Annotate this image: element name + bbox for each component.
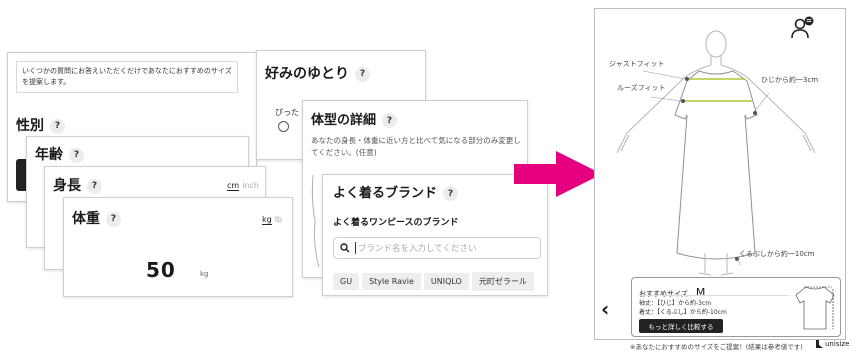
- brand-search-input[interactable]: ブランド名を入力してください: [333, 237, 541, 259]
- brand-chip[interactable]: UNIQLO: [423, 273, 469, 290]
- recommendation-panel: おすすめサイズ M 袖丈：【ひじ】から約-3cm 着丈：【くるぶし】から約-10…: [631, 277, 841, 337]
- result-footnote: ※あなたにおすすめのサイズをご提案！(結果は参考値です): [630, 343, 803, 351]
- recommend-divider: [639, 295, 789, 296]
- recommend-label: おすすめサイズ: [639, 290, 688, 298]
- brand-chip[interactable]: 元町ゼラール: [471, 272, 534, 291]
- help-icon[interactable]: ?: [382, 113, 398, 128]
- help-icon[interactable]: ?: [106, 211, 121, 227]
- fit-label: 好みのゆとり: [265, 66, 349, 82]
- brand-label: よく着るブランド: [333, 186, 438, 201]
- weight-value-unit: kg: [200, 270, 209, 278]
- fit-title: 好みのゆとり?: [265, 63, 370, 83]
- recommend-detail-length: 着丈：【くるぶし】から約-10cm: [639, 309, 727, 316]
- weight-label: 体重: [72, 211, 100, 227]
- weight-unit-toggle[interactable]: kg lb: [261, 215, 282, 225]
- unisize-logo: unisize: [816, 340, 849, 348]
- age-label: 年齢: [35, 147, 63, 163]
- fit-option-label: ぴった: [275, 108, 299, 117]
- brand-chip[interactable]: Style Ravie: [362, 273, 421, 290]
- recommend-detail-sleeve: 袖丈：【ひじ】から約-3cm: [639, 300, 712, 307]
- help-icon[interactable]: ?: [50, 118, 65, 134]
- gender-label: 性別: [16, 118, 44, 134]
- weight-title: 体重?: [72, 208, 121, 228]
- hem-callout: くるぶしから約一10cm: [739, 250, 815, 258]
- help-icon[interactable]: ?: [355, 66, 370, 82]
- sleeve-callout: ひじから約一3cm: [761, 76, 819, 84]
- age-title: 年齢?: [35, 144, 84, 164]
- loose-fit-callout: ルーズフィット: [617, 84, 666, 92]
- back-chevron-icon[interactable]: ‹: [601, 299, 609, 319]
- body-detail-description: あなたの身長・体重に近い方と比べて気になる部分のみ変更してください。(任意): [311, 136, 521, 157]
- garment-thumbnail-icon: [795, 286, 835, 330]
- height-title: 身長?: [53, 175, 102, 195]
- fit-radio[interactable]: [278, 121, 289, 132]
- unisize-logo-icon: [816, 340, 823, 348]
- compare-button[interactable]: もっと詳しく比較する: [639, 319, 723, 333]
- body-detail-label: 体型の詳細: [311, 113, 377, 128]
- arrow-right-icon: [514, 151, 602, 197]
- brand-title: よく着るブランド?: [333, 182, 459, 201]
- height-unit-toggle[interactable]: cm inch: [227, 181, 259, 191]
- brand-chip-row: GU Style Ravie UNIQLO 元町ゼラール: [333, 269, 537, 291]
- search-icon: [340, 243, 350, 253]
- height-unit-inch[interactable]: inch: [242, 181, 259, 190]
- weight-unit-kg[interactable]: kg: [261, 215, 272, 225]
- unisize-logo-text: unisize: [825, 340, 850, 348]
- body-detail-title: 体型の詳細?: [311, 109, 398, 128]
- weight-card: 体重? kg lb 50 kg: [63, 197, 293, 297]
- weight-unit-lb[interactable]: lb: [275, 215, 282, 224]
- brand-subtitle: よく着るワンピースのブランド: [333, 218, 459, 228]
- result-screen: ジャストフィット ルーズフィット ひじから約一3cm くるぶしから約一10cm …: [594, 8, 846, 340]
- gender-title: 性別?: [16, 115, 65, 135]
- brand-search-placeholder: ブランド名を入力してください: [355, 242, 477, 254]
- intro-description: いくつかの質問にお答えいただくだけであなたにおすすめのサイズを提案します。: [16, 61, 238, 93]
- height-unit-cm[interactable]: cm: [227, 181, 240, 191]
- help-icon[interactable]: ?: [69, 147, 84, 163]
- height-label: 身長: [53, 178, 81, 194]
- help-icon[interactable]: ?: [443, 186, 459, 201]
- just-fit-callout: ジャストフィット: [609, 60, 665, 68]
- weight-value[interactable]: 50: [146, 258, 176, 282]
- brand-chip[interactable]: GU: [333, 273, 360, 290]
- help-icon[interactable]: ?: [87, 178, 102, 194]
